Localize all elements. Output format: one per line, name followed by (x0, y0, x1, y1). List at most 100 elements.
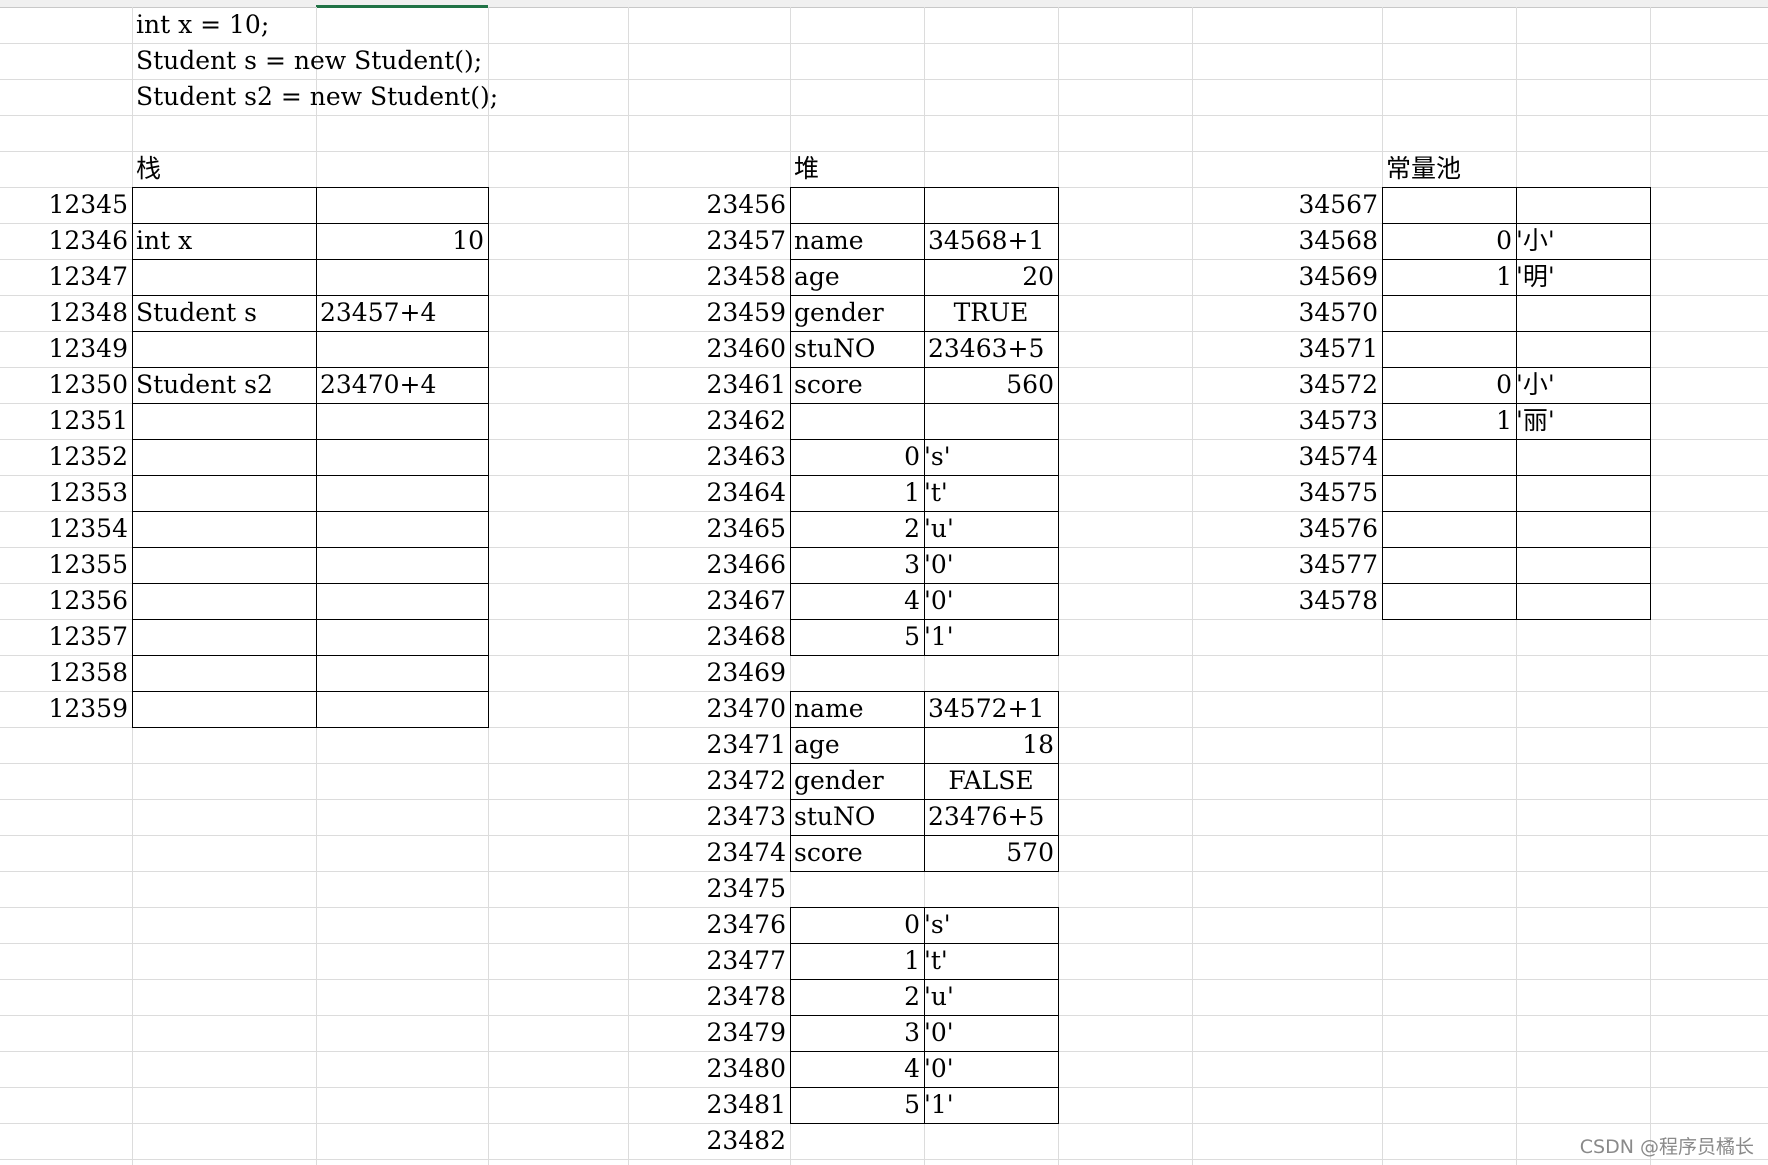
stack-value[interactable] (316, 475, 488, 511)
heap-left[interactable] (790, 871, 924, 907)
stack-address[interactable]: 12359 (0, 691, 132, 727)
stack-value[interactable] (316, 187, 488, 223)
heap-left[interactable]: gender (790, 763, 924, 799)
pool-index[interactable] (1382, 295, 1516, 331)
stack-label[interactable]: int x (132, 223, 316, 259)
stack-address[interactable]: 12346 (0, 223, 132, 259)
stack-label[interactable] (132, 583, 316, 619)
pool-index[interactable] (1382, 475, 1516, 511)
stack-address[interactable]: 12358 (0, 655, 132, 691)
stack-value[interactable] (316, 583, 488, 619)
heap-left[interactable]: score (790, 367, 924, 403)
heap-address[interactable]: 23480 (628, 1051, 790, 1087)
pool-index[interactable] (1382, 187, 1516, 223)
pool-title[interactable]: 常量池 (1382, 151, 1516, 187)
heap-left[interactable] (790, 655, 924, 691)
heap-right[interactable]: 23463+5 (924, 331, 1058, 367)
pool-address[interactable]: 34577 (1192, 547, 1382, 583)
heap-right[interactable]: 't' (924, 475, 1058, 511)
heap-address[interactable]: 23474 (628, 835, 790, 871)
heap-left[interactable]: 1 (790, 943, 924, 979)
stack-label[interactable] (132, 619, 316, 655)
stack-label[interactable] (132, 187, 316, 223)
stack-label[interactable] (132, 655, 316, 691)
heap-left[interactable]: age (790, 259, 924, 295)
pool-address[interactable]: 34571 (1192, 331, 1382, 367)
heap-left[interactable]: 0 (790, 907, 924, 943)
stack-value[interactable]: 23470+4 (316, 367, 488, 403)
heap-left[interactable]: stuNO (790, 799, 924, 835)
heap-right[interactable]: '1' (924, 1087, 1058, 1123)
heap-address[interactable]: 23478 (628, 979, 790, 1015)
heap-left[interactable]: 2 (790, 979, 924, 1015)
heap-address[interactable]: 23461 (628, 367, 790, 403)
pool-char[interactable]: '小' (1516, 367, 1650, 403)
heap-right[interactable]: 't' (924, 943, 1058, 979)
stack-value[interactable] (316, 547, 488, 583)
heap-address[interactable]: 23471 (628, 727, 790, 763)
pool-address[interactable]: 34569 (1192, 259, 1382, 295)
heap-address[interactable]: 23468 (628, 619, 790, 655)
heap-right[interactable]: '1' (924, 619, 1058, 655)
stack-label[interactable] (132, 331, 316, 367)
pool-index[interactable] (1382, 547, 1516, 583)
pool-char[interactable] (1516, 439, 1650, 475)
stack-address[interactable]: 12357 (0, 619, 132, 655)
heap-address[interactable]: 23457 (628, 223, 790, 259)
heap-left[interactable]: 4 (790, 583, 924, 619)
heap-left[interactable]: 1 (790, 475, 924, 511)
heap-left[interactable]: 2 (790, 511, 924, 547)
pool-index[interactable]: 1 (1382, 259, 1516, 295)
heap-right[interactable]: '0' (924, 583, 1058, 619)
pool-char[interactable]: '明' (1516, 259, 1650, 295)
pool-char[interactable] (1516, 475, 1650, 511)
stack-address[interactable]: 12356 (0, 583, 132, 619)
pool-index[interactable] (1382, 583, 1516, 619)
pool-char[interactable] (1516, 547, 1650, 583)
pool-char[interactable] (1516, 295, 1650, 331)
stack-label[interactable] (132, 475, 316, 511)
stack-value[interactable] (316, 691, 488, 727)
heap-address[interactable]: 23469 (628, 655, 790, 691)
pool-index[interactable]: 0 (1382, 367, 1516, 403)
pool-char[interactable]: '小' (1516, 223, 1650, 259)
pool-char[interactable] (1516, 511, 1650, 547)
heap-right[interactable]: 23476+5 (924, 799, 1058, 835)
heap-left[interactable]: 0 (790, 439, 924, 475)
heap-right[interactable] (924, 403, 1058, 439)
stack-address[interactable]: 12350 (0, 367, 132, 403)
pool-char[interactable]: '丽' (1516, 403, 1650, 439)
heap-right[interactable]: 's' (924, 907, 1058, 943)
stack-address[interactable]: 12345 (0, 187, 132, 223)
heap-address[interactable]: 23482 (628, 1123, 790, 1159)
heap-address[interactable]: 23459 (628, 295, 790, 331)
stack-address[interactable]: 12347 (0, 259, 132, 295)
heap-right[interactable]: 570 (924, 835, 1058, 871)
heap-address[interactable]: 23470 (628, 691, 790, 727)
heap-address[interactable]: 23458 (628, 259, 790, 295)
heap-right[interactable]: 34568+1 (924, 223, 1058, 259)
pool-char[interactable] (1516, 583, 1650, 619)
heap-left[interactable]: 3 (790, 547, 924, 583)
heap-address[interactable]: 23462 (628, 403, 790, 439)
heap-right[interactable]: 34572+1 (924, 691, 1058, 727)
stack-value[interactable] (316, 259, 488, 295)
heap-address[interactable]: 23466 (628, 547, 790, 583)
heap-address[interactable]: 23465 (628, 511, 790, 547)
spreadsheet-grid[interactable]: int x = 10; Student s = new Student(); Stu… (0, 0, 1768, 1165)
heap-left[interactable]: name (790, 691, 924, 727)
pool-address[interactable]: 34567 (1192, 187, 1382, 223)
heap-right[interactable]: '0' (924, 1051, 1058, 1087)
heap-left[interactable]: stuNO (790, 331, 924, 367)
code-line[interactable]: int x = 10; (132, 7, 628, 43)
heap-address[interactable]: 23460 (628, 331, 790, 367)
stack-value[interactable] (316, 655, 488, 691)
code-line[interactable]: Student s = new Student(); (132, 43, 628, 79)
pool-index[interactable] (1382, 439, 1516, 475)
stack-value[interactable] (316, 331, 488, 367)
heap-left[interactable]: 5 (790, 619, 924, 655)
stack-label[interactable] (132, 259, 316, 295)
stack-value[interactable]: 10 (316, 223, 488, 259)
heap-left[interactable]: name (790, 223, 924, 259)
stack-label[interactable] (132, 511, 316, 547)
